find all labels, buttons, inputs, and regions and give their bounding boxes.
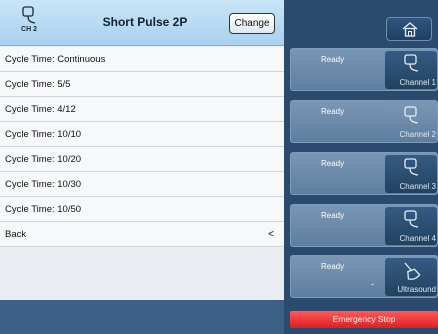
home-button[interactable] — [386, 17, 432, 41]
electrode-icon — [404, 54, 419, 72]
list-item-label: Cycle Time: 4/12 — [5, 104, 76, 115]
channel-status: Ready — [321, 55, 345, 64]
back-label: Back — [5, 229, 27, 240]
channel-2-tile[interactable]: Channel 2 — [385, 103, 437, 141]
channel-status: Ready — [321, 262, 345, 271]
change-button[interactable]: Change — [229, 13, 275, 34]
list-item-label: Cycle Time: 10/10 — [5, 129, 82, 140]
list-item-cycle-5-5[interactable]: Cycle Time: 5/5 — [0, 72, 284, 97]
channel-status: Ready — [321, 159, 345, 168]
list-item-label: Cycle Time: Continuous — [5, 54, 106, 65]
channel-status: Ready — [321, 211, 345, 220]
channel-label: Channel 3 — [399, 182, 436, 191]
channel-label: Ultrasound — [397, 285, 436, 294]
channel-4-tile[interactable]: Channel 4 — [385, 207, 437, 245]
program-title: Short Pulse 2P — [102, 15, 188, 29]
back-item[interactable]: Back < — [0, 222, 284, 247]
list-item-cycle-10-50[interactable]: Cycle Time: 10/50 — [0, 197, 284, 222]
channel-1-card[interactable]: Ready Channel 1 — [290, 48, 438, 91]
cycle-time-list: Cycle Time: Continuous Cycle Time: 5/5 C… — [0, 47, 284, 247]
channel-3-tile[interactable]: Channel 3 — [385, 155, 437, 193]
list-item-cycle-4-12[interactable]: Cycle Time: 4/12 — [0, 97, 284, 122]
channel-status: Ready — [321, 107, 345, 116]
electrode-icon — [404, 158, 419, 176]
channel-1-tile[interactable]: Channel 1 — [385, 51, 437, 89]
channel-label: Channel 1 — [399, 78, 436, 87]
channel-3-card[interactable]: Ready Channel 3 — [290, 152, 438, 195]
list-item-cycle-10-20[interactable]: Cycle Time: 10/20 — [0, 147, 284, 172]
list-empty-area — [0, 258, 284, 300]
panel-header: CH 2 Short Pulse 2P Change — [0, 0, 284, 46]
channel-2-card[interactable]: Ready Channel 2 — [290, 100, 438, 143]
channel-label: Channel 4 — [399, 234, 436, 243]
options-panel: CH 2 Short Pulse 2P Change Cycle Time: C… — [0, 0, 284, 334]
electrode-icon — [404, 210, 419, 228]
ultrasound-value: - — [371, 279, 374, 289]
ultrasound-head-icon — [404, 262, 421, 280]
electrode-icon — [404, 106, 419, 124]
home-icon — [402, 22, 418, 37]
panel-footer — [0, 300, 284, 334]
chevron-left-icon: < — [268, 229, 274, 240]
electrode-icon — [22, 6, 36, 24]
ultrasound-card[interactable]: Ready - Ultrasound — [290, 255, 438, 298]
channel-label: Channel 2 — [399, 130, 436, 139]
emergency-stop-button[interactable]: Emergency Stop — [290, 311, 438, 328]
list-item-label: Cycle Time: 5/5 — [5, 79, 71, 90]
ultrasound-tile[interactable]: Ultrasound — [385, 258, 437, 296]
list-item-label: Cycle Time: 10/50 — [5, 204, 82, 215]
list-item-label: Cycle Time: 10/20 — [5, 154, 82, 165]
channel-indicator: CH 2 — [14, 6, 44, 42]
list-item-cycle-10-30[interactable]: Cycle Time: 10/30 — [0, 172, 284, 197]
list-item-label: Cycle Time: 10/30 — [5, 179, 82, 190]
channel-badge: CH 2 — [21, 26, 37, 33]
channel-4-card[interactable]: Ready Channel 4 — [290, 204, 438, 247]
list-item-cycle-10-10[interactable]: Cycle Time: 10/10 — [0, 122, 284, 147]
list-item-cycle-continuous[interactable]: Cycle Time: Continuous — [0, 47, 284, 72]
channel-sidebar: Ready Channel 1 Ready Channel 2 Ready Ch… — [284, 0, 438, 334]
